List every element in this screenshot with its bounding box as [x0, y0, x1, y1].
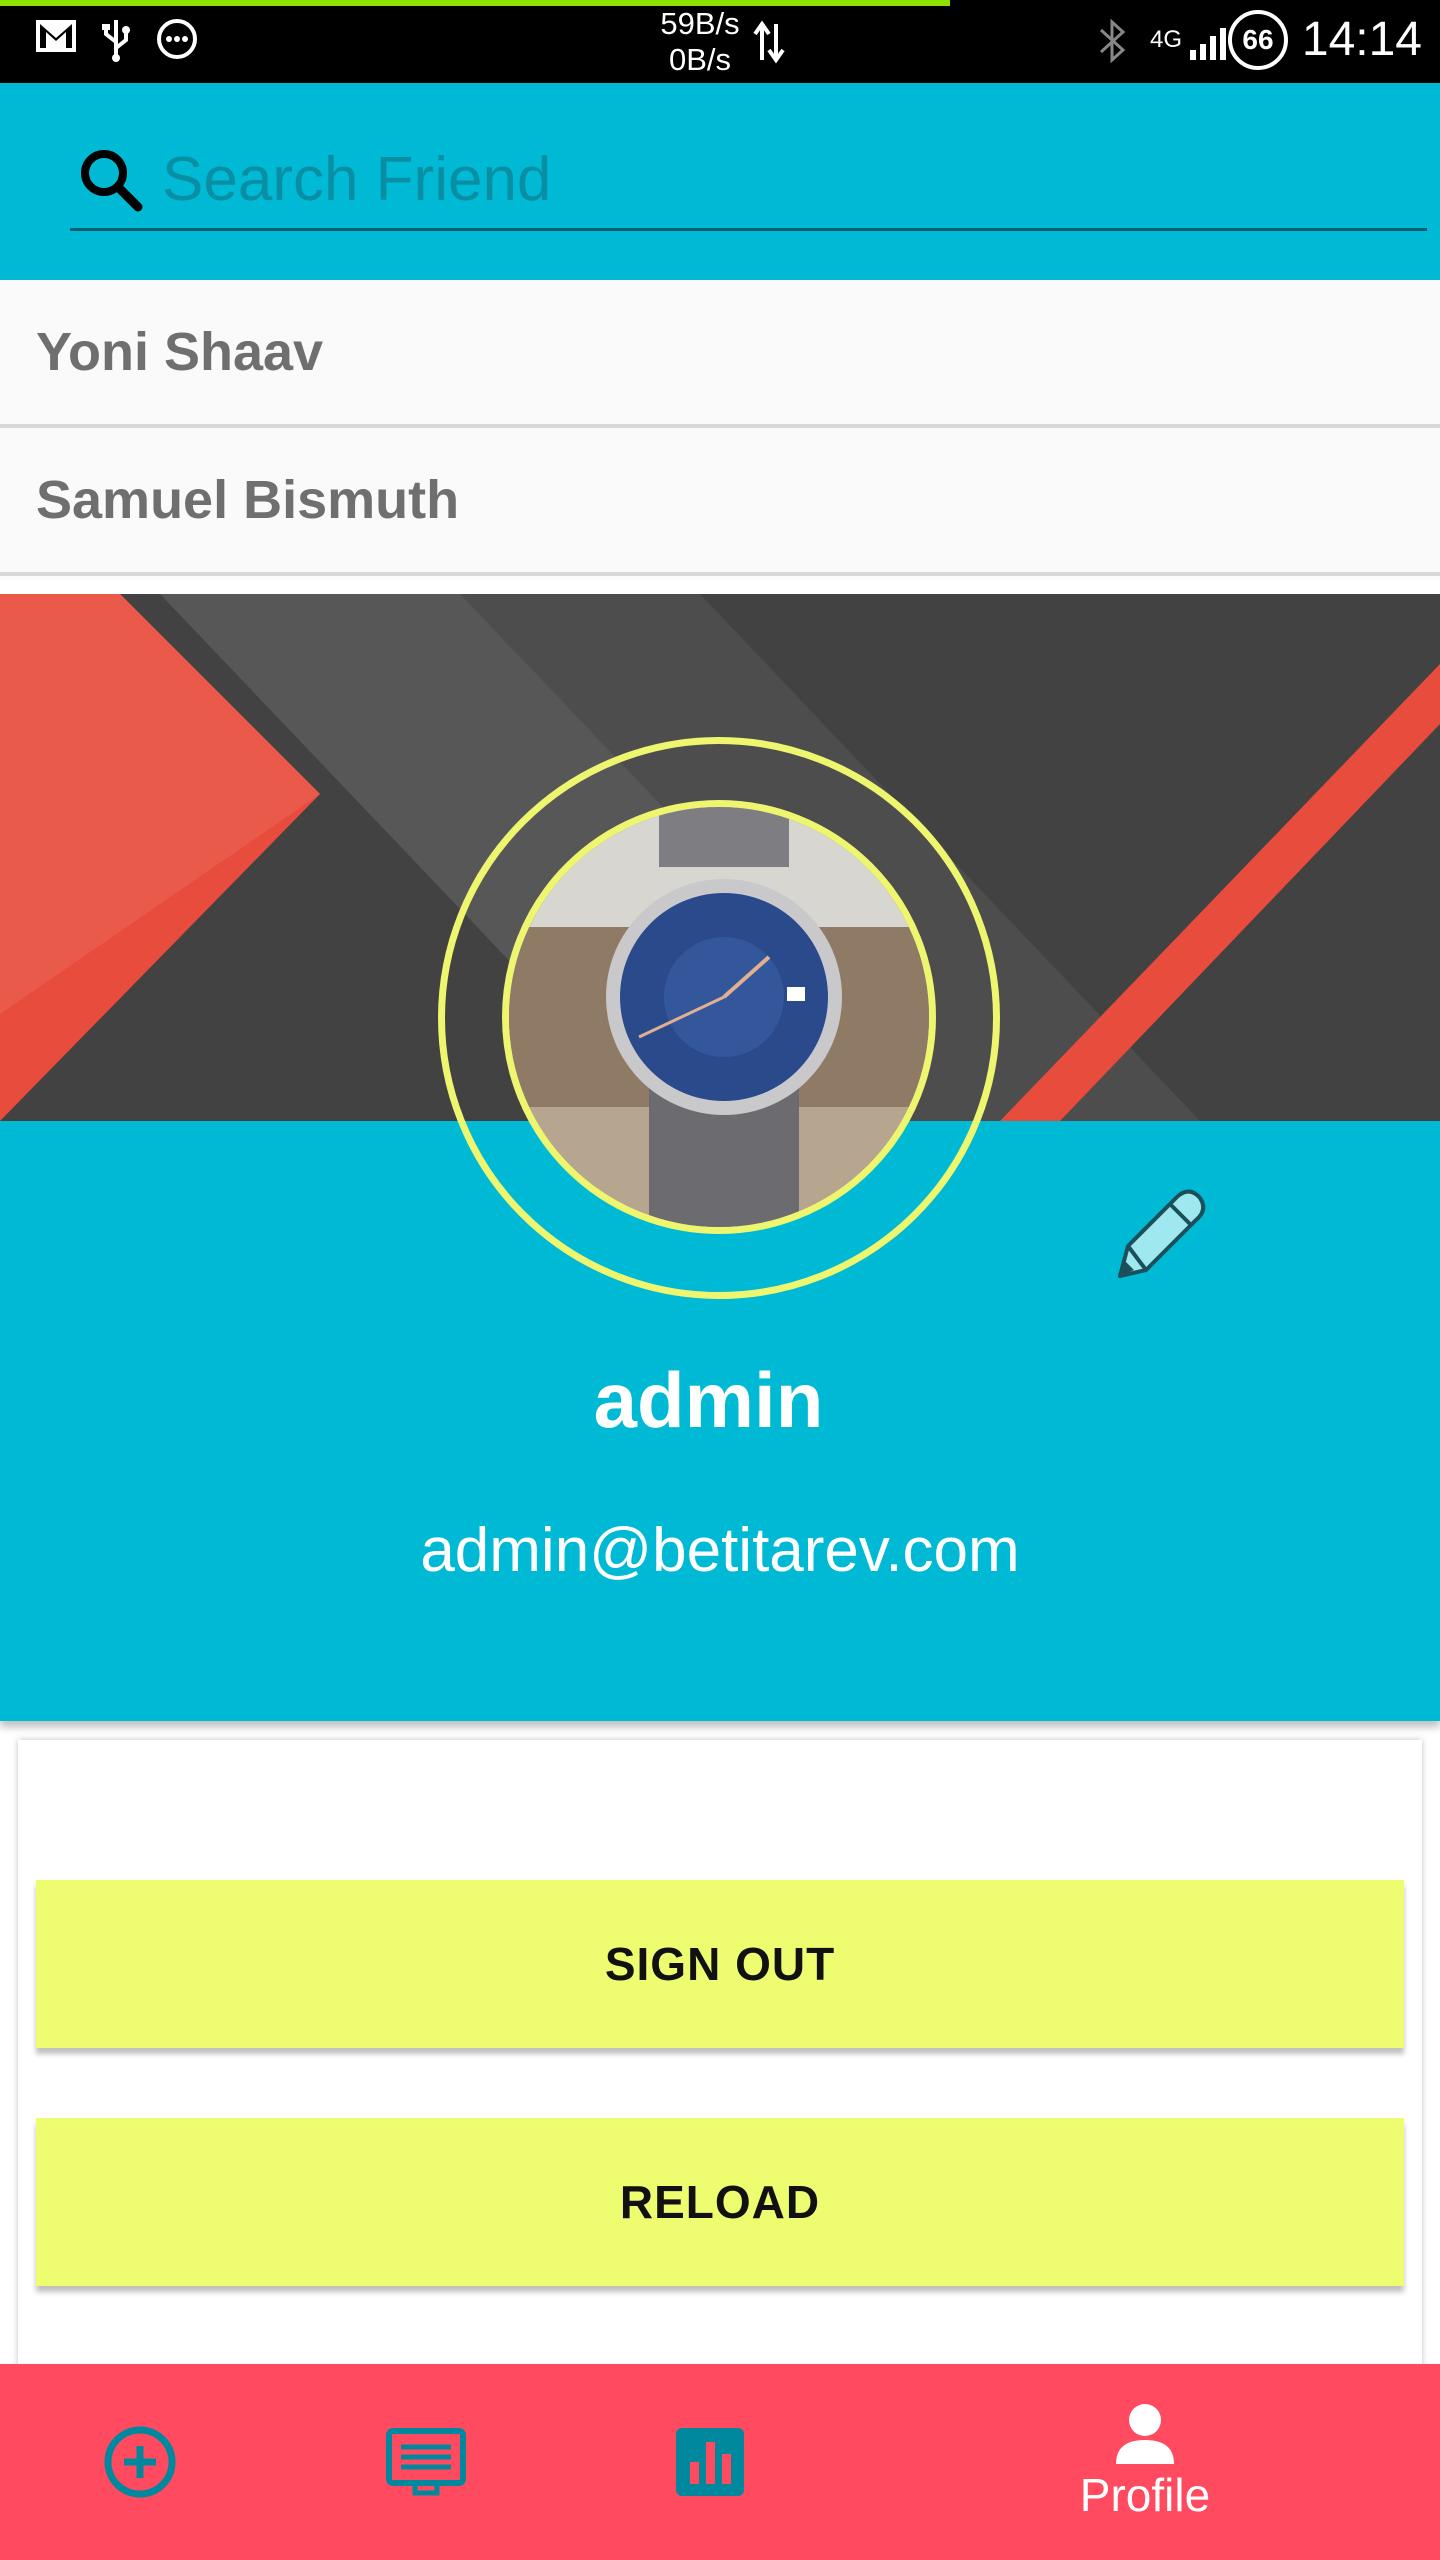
signal-icon [1190, 28, 1226, 60]
bluetooth-icon [1099, 18, 1126, 64]
nav-item-list[interactable] [376, 2364, 476, 2560]
add-circle-icon [104, 2426, 176, 2498]
profile-username: admin [593, 1356, 824, 1444]
avatar-photo [509, 807, 929, 1227]
search-icon[interactable] [78, 147, 144, 213]
chart-icon [676, 2428, 744, 2496]
nav-item-profile[interactable]: Profile [1060, 2364, 1230, 2560]
list-icon [386, 2428, 466, 2496]
clock: 14:14 [1301, 13, 1422, 66]
gmail-icon [36, 20, 76, 52]
friend-list: Yoni Shaav Samuel Bismuth [0, 280, 1440, 580]
bottom-navigation: Profile [0, 2364, 1440, 2560]
profile-email: admin@betitarev.com [420, 1516, 1020, 1585]
nav-item-stats[interactable] [660, 2364, 760, 2560]
pencil-icon[interactable] [1100, 1180, 1210, 1290]
upload-speed: 59B/s [660, 6, 740, 41]
avatar[interactable] [502, 800, 936, 1234]
nav-label-profile: Profile [1079, 2469, 1211, 2521]
reload-button[interactable]: RELOAD [36, 2118, 1404, 2286]
sign-out-button[interactable]: SIGN OUT [36, 1880, 1404, 2048]
network-type: 4G [1150, 26, 1183, 53]
list-item[interactable]: Samuel Bismuth [0, 428, 1440, 576]
download-progress-line [0, 0, 950, 6]
usb-icon [102, 20, 130, 62]
battery-indicator: 66 [1228, 10, 1288, 70]
data-transfer-icon [753, 20, 785, 64]
more-circle-icon [157, 19, 197, 59]
status-bar: 59B/s 0B/s 4G 66 14:14 [0, 0, 1440, 83]
search-header [0, 83, 1440, 280]
list-item[interactable]: Yoni Shaav [0, 280, 1440, 428]
network-speed: 59B/s 0B/s [640, 6, 760, 78]
search-input[interactable] [160, 138, 1364, 220]
search-underline [70, 228, 1427, 231]
person-icon [1116, 2404, 1174, 2464]
nav-item-add[interactable] [90, 2364, 190, 2560]
download-speed: 0B/s [668, 42, 732, 77]
